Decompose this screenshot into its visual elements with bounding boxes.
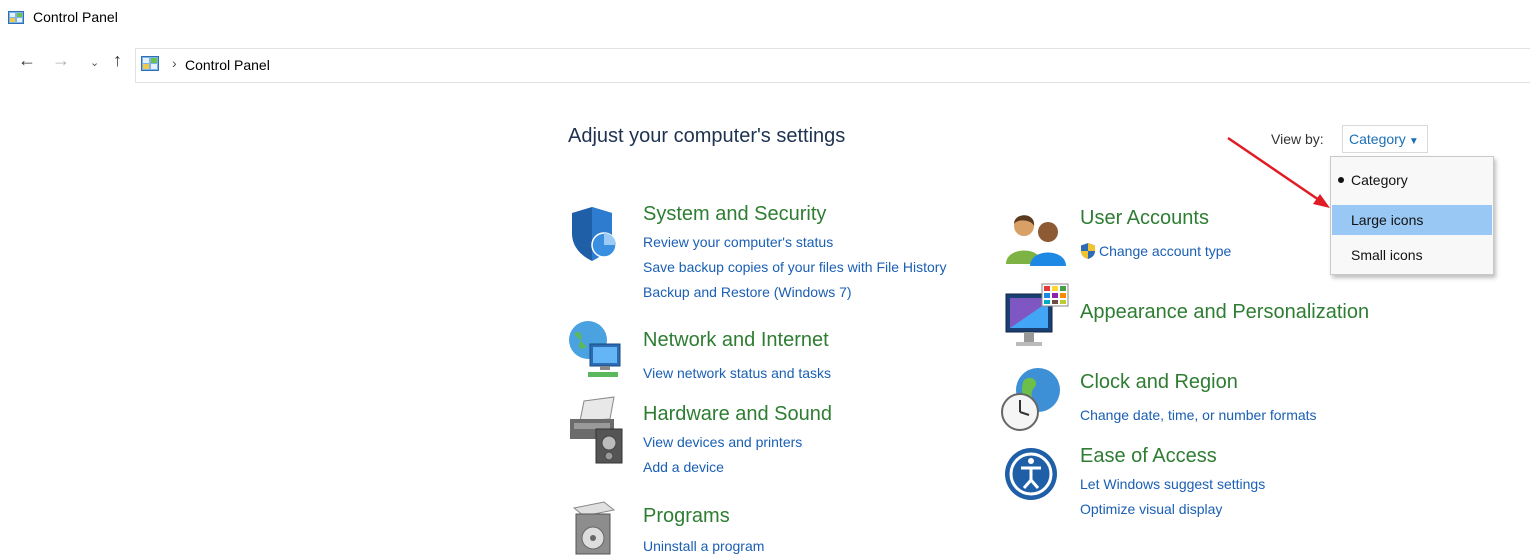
view-by-menu: Category Large icons Small icons (1330, 156, 1494, 275)
link-uninstall-program[interactable]: Uninstall a program (643, 538, 764, 554)
link-file-history[interactable]: Save backup copies of your files with Fi… (643, 259, 946, 275)
view-by-selected: Category (1349, 131, 1406, 147)
menu-item-label: Category (1351, 172, 1408, 188)
ease-of-access-icon (1005, 448, 1057, 500)
selected-bullet-icon (1338, 177, 1344, 183)
link-review-status[interactable]: Review your computer's status (643, 234, 833, 250)
link-devices-printers[interactable]: View devices and printers (643, 434, 802, 450)
breadcrumb-control-panel[interactable]: Control Panel (185, 57, 270, 73)
category-hardware-and-sound[interactable]: Hardware and Sound (643, 403, 832, 426)
breadcrumb-separator: › (172, 55, 177, 71)
link-optimize-visual-display[interactable]: Optimize visual display (1080, 501, 1222, 517)
uac-shield-icon (1081, 243, 1095, 259)
link-network-status[interactable]: View network status and tasks (643, 365, 831, 381)
link-backup-restore[interactable]: Backup and Restore (Windows 7) (643, 284, 852, 300)
printer-speaker-icon (570, 396, 623, 464)
title-bar (0, 0, 1530, 34)
back-button[interactable]: ← (18, 50, 36, 71)
link-windows-suggest-settings[interactable]: Let Windows suggest settings (1080, 476, 1265, 492)
control-panel-icon (8, 11, 24, 24)
menu-item-small-icons[interactable]: Small icons (1332, 240, 1492, 270)
network-globe-icon (569, 321, 621, 377)
forward-button[interactable]: → (52, 50, 70, 71)
category-ease-of-access[interactable]: Ease of Access (1080, 445, 1217, 468)
view-by-dropdown[interactable]: Category ▼ (1342, 125, 1428, 153)
menu-item-label: Small icons (1351, 247, 1423, 263)
annotation-arrow (1227, 136, 1330, 208)
page-title: Adjust your computer's settings (568, 125, 846, 147)
address-bar[interactable] (135, 48, 1530, 83)
category-appearance-and-personalization[interactable]: Appearance and Personalization (1080, 301, 1369, 324)
programs-box-icon (572, 501, 616, 555)
clock-globe-icon (1001, 368, 1060, 431)
control-panel-icon (141, 56, 159, 71)
up-button[interactable]: ↑ (113, 50, 122, 71)
category-programs[interactable]: Programs (643, 505, 730, 528)
user-accounts-icon (1006, 215, 1066, 266)
category-clock-and-region[interactable]: Clock and Region (1080, 371, 1238, 394)
link-date-time-formats[interactable]: Change date, time, or number formats (1080, 407, 1317, 423)
window-title: Control Panel (33, 9, 118, 25)
menu-item-large-icons[interactable]: Large icons (1332, 205, 1492, 235)
category-network-and-internet[interactable]: Network and Internet (643, 329, 829, 352)
shield-icon (572, 207, 617, 261)
category-user-accounts[interactable]: User Accounts (1080, 207, 1209, 230)
category-system-and-security[interactable]: System and Security (643, 203, 826, 226)
menu-item-category[interactable]: Category (1332, 165, 1492, 195)
recent-locations-button[interactable]: ⌄ (90, 56, 99, 69)
link-change-account-type[interactable]: Change account type (1099, 243, 1231, 259)
link-add-device[interactable]: Add a device (643, 459, 724, 475)
appearance-monitor-icon (1005, 283, 1069, 346)
menu-item-label: Large icons (1351, 212, 1424, 228)
chevron-down-icon: ▼ (1408, 136, 1419, 147)
